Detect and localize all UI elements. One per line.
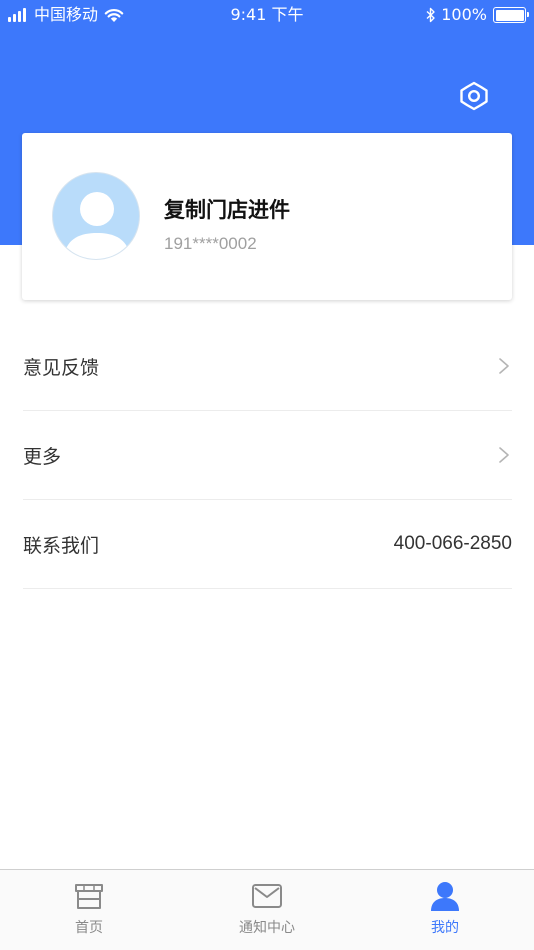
bluetooth-icon [426,7,435,23]
menu-item-label: 意见反馈 [23,356,100,379]
menu-item-contact[interactable]: 联系我们 400-066-2850 [23,500,512,589]
store-icon [72,880,106,912]
battery-icon [493,7,529,23]
menu-item-label: 联系我们 [23,534,100,557]
menu-item-feedback[interactable]: 意见反馈 [23,322,512,411]
menu-item-label: 更多 [23,445,62,468]
menu-item-more[interactable]: 更多 [23,411,512,500]
default-avatar-icon [63,192,131,259]
mail-icon [250,880,284,912]
chevron-right-icon [499,358,509,374]
status-right: 100% [426,5,529,25]
gear-icon [460,81,488,111]
battery-percent: 100% [441,5,487,24]
settings-button[interactable] [456,78,492,114]
avatar[interactable] [52,172,140,260]
chevron-right-icon [499,447,509,463]
tab-label: 通知中心 [239,920,295,936]
status-bar: 中国移动 9:41 下午 100% [0,0,534,30]
profile-phone: 191****0002 [164,234,257,253]
tab-home[interactable]: 首页 [0,870,178,950]
tab-label: 我的 [431,920,459,936]
tab-notifications[interactable]: 通知中心 [178,870,356,950]
tab-label: 首页 [75,920,103,936]
tab-bar: 首页 通知中心 我的 [0,869,534,950]
profile-card[interactable]: 复制门店进件 191****0002 [22,133,512,300]
profile-name: 复制门店进件 [164,198,290,222]
user-icon [428,880,462,912]
tab-mine[interactable]: 我的 [356,870,534,950]
contact-phone[interactable]: 400-066-2850 [394,533,512,555]
